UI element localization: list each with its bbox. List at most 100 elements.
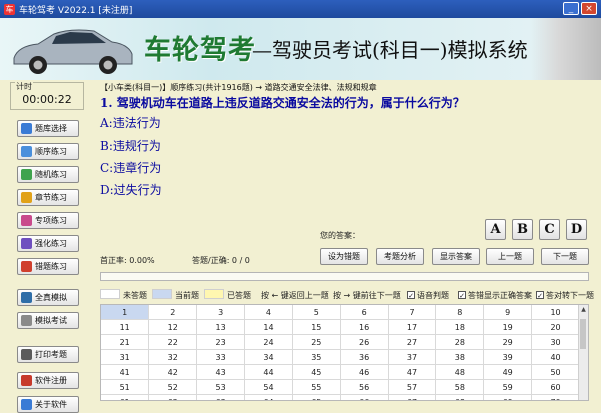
question-number-cell[interactable]: 55 <box>292 379 341 395</box>
question-number-cell[interactable]: 10 <box>531 305 580 320</box>
left-button-11[interactable]: 软件注册 <box>17 372 79 389</box>
close-button[interactable]: × <box>581 2 597 15</box>
voice-check-wrap[interactable]: ✓ 语音判题 <box>407 289 449 301</box>
question-number-cell[interactable]: 32 <box>148 349 198 365</box>
question-number-cell[interactable]: 59 <box>483 379 533 395</box>
option-d[interactable]: D:过失行为 <box>100 181 162 198</box>
question-number-cell[interactable]: 34 <box>244 349 293 365</box>
question-number-cell[interactable]: 21 <box>101 334 150 350</box>
question-number-cell[interactable]: 29 <box>483 334 533 350</box>
question-number-cell[interactable]: 41 <box>101 364 150 380</box>
question-number-cell[interactable]: 18 <box>435 319 485 335</box>
question-number-cell[interactable]: 24 <box>244 334 293 350</box>
question-number-cell[interactable]: 45 <box>292 364 341 380</box>
next-question-button[interactable]: 下一题 <box>541 248 589 265</box>
question-number-cell[interactable]: 47 <box>388 364 437 380</box>
left-button-6[interactable]: 强化练习 <box>17 235 79 252</box>
question-number-cell[interactable]: 50 <box>531 364 580 380</box>
question-number-cell[interactable]: 63 <box>196 394 246 400</box>
auto-next-check-wrap[interactable]: ✓ 答对转下一题 <box>536 289 594 301</box>
mark-wrong-button[interactable]: 设为错题 <box>320 248 368 265</box>
question-number-cell[interactable]: 26 <box>340 334 389 350</box>
question-number-cell[interactable]: 51 <box>101 379 150 395</box>
question-number-cell[interactable]: 64 <box>244 394 293 400</box>
question-number-cell[interactable]: 23 <box>196 334 246 350</box>
question-number-cell[interactable]: 43 <box>196 364 246 380</box>
question-number-cell[interactable]: 16 <box>340 319 389 335</box>
question-number-cell[interactable]: 30 <box>531 334 580 350</box>
question-number-cell[interactable]: 70 <box>531 394 580 400</box>
question-number-cell[interactable]: 31 <box>101 349 150 365</box>
answer-d-button[interactable]: D <box>566 219 587 240</box>
question-number-cell[interactable]: 65 <box>292 394 341 400</box>
show-correct-checkbox[interactable]: ✓ <box>458 291 466 300</box>
question-number-cell[interactable]: 54 <box>244 379 293 395</box>
question-number-cell[interactable]: 38 <box>435 349 485 365</box>
question-number-cell[interactable]: 13 <box>196 319 246 335</box>
question-number-cell[interactable]: 40 <box>531 349 580 365</box>
question-number-cell[interactable]: 66 <box>340 394 389 400</box>
voice-checkbox[interactable]: ✓ <box>407 291 415 300</box>
question-number-cell[interactable]: 19 <box>483 319 533 335</box>
question-number-cell[interactable]: 52 <box>148 379 198 395</box>
option-b[interactable]: B:违规行为 <box>100 137 161 154</box>
question-number-cell[interactable]: 58 <box>435 379 485 395</box>
left-button-5[interactable]: 专项练习 <box>17 212 79 229</box>
left-button-10[interactable]: 打印考题 <box>17 346 79 363</box>
question-number-cell[interactable]: 36 <box>340 349 389 365</box>
question-number-cell[interactable]: 37 <box>388 349 437 365</box>
answer-a-button[interactable]: A <box>485 219 506 240</box>
show-answer-button[interactable]: 显示答案 <box>432 248 480 265</box>
question-number-cell[interactable]: 42 <box>148 364 198 380</box>
show-correct-check-wrap[interactable]: ✓ 答错显示正确答案 <box>458 289 532 301</box>
auto-next-checkbox[interactable]: ✓ <box>536 291 544 300</box>
left-button-9[interactable]: 模拟考试 <box>17 312 79 329</box>
question-number-cell[interactable]: 27 <box>388 334 437 350</box>
left-button-7[interactable]: 错题练习 <box>17 258 79 275</box>
question-number-cell[interactable]: 62 <box>148 394 198 400</box>
question-number-cell[interactable]: 33 <box>196 349 246 365</box>
question-number-cell[interactable]: 25 <box>292 334 341 350</box>
question-number-cell[interactable]: 17 <box>388 319 437 335</box>
question-number-cell[interactable]: 61 <box>101 394 150 400</box>
left-button-12[interactable]: 关于软件 <box>17 396 79 413</box>
question-number-cell[interactable]: 11 <box>101 319 150 335</box>
option-c[interactable]: C:违章行为 <box>100 159 161 176</box>
question-number-cell[interactable]: 12 <box>148 319 198 335</box>
left-button-8[interactable]: 全真模拟 <box>17 289 79 306</box>
option-a[interactable]: A:违法行为 <box>100 114 161 131</box>
question-number-cell[interactable]: 22 <box>148 334 198 350</box>
scroll-thumb[interactable] <box>580 319 586 349</box>
question-number-cell[interactable]: 53 <box>196 379 246 395</box>
left-button-1[interactable]: 题库选择 <box>17 120 79 137</box>
left-button-3[interactable]: 随机练习 <box>17 166 79 183</box>
question-number-cell[interactable]: 69 <box>483 394 533 400</box>
question-number-cell[interactable]: 15 <box>292 319 341 335</box>
left-button-2[interactable]: 顺序练习 <box>17 143 79 160</box>
question-number-cell[interactable]: 44 <box>244 364 293 380</box>
question-number-cell[interactable]: 5 <box>292 305 341 320</box>
question-number-cell[interactable]: 14 <box>244 319 293 335</box>
question-number-cell[interactable]: 8 <box>435 305 485 320</box>
answer-c-button[interactable]: C <box>539 219 560 240</box>
left-button-4[interactable]: 章节练习 <box>17 189 79 206</box>
grid-scrollbar[interactable]: ▲ <box>578 305 588 400</box>
question-number-cell[interactable]: 28 <box>435 334 485 350</box>
question-number-cell[interactable]: 4 <box>244 305 293 320</box>
question-number-cell[interactable]: 20 <box>531 319 580 335</box>
question-number-cell[interactable]: 56 <box>340 379 389 395</box>
minimize-button[interactable]: _ <box>563 2 579 15</box>
answer-b-button[interactable]: B <box>512 219 533 240</box>
question-number-cell[interactable]: 6 <box>340 305 389 320</box>
question-number-cell[interactable]: 67 <box>388 394 437 400</box>
question-number-cell[interactable]: 2 <box>148 305 198 320</box>
question-number-cell[interactable]: 7 <box>388 305 437 320</box>
question-number-cell[interactable]: 35 <box>292 349 341 365</box>
question-number-cell[interactable]: 68 <box>435 394 485 400</box>
analysis-button[interactable]: 考题分析 <box>376 248 424 265</box>
question-number-cell[interactable]: 48 <box>435 364 485 380</box>
question-number-cell[interactable]: 57 <box>388 379 437 395</box>
question-number-cell[interactable]: 3 <box>196 305 246 320</box>
prev-question-button[interactable]: 上一题 <box>486 248 534 265</box>
question-number-cell[interactable]: 9 <box>483 305 533 320</box>
